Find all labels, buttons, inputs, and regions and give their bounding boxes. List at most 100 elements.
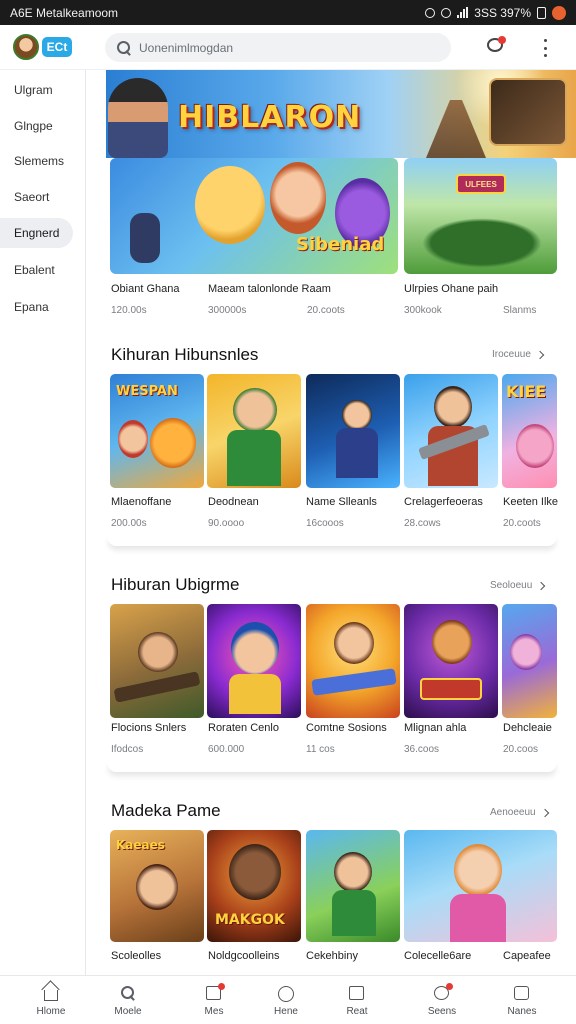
hero-banner[interactable]: HIBLARON <box>106 70 576 158</box>
game-title[interactable]: Dehcleaie <box>503 722 552 734</box>
game-tile[interactable] <box>207 374 301 488</box>
game-art-text: KIEE <box>506 382 547 401</box>
game-tile[interactable] <box>404 604 498 718</box>
game-tile[interactable] <box>502 604 557 718</box>
game-title[interactable]: Comtne Sosions <box>306 722 387 734</box>
game-subtitle: 600.000 <box>208 744 245 755</box>
section-title: Kihuran Hibunsnles <box>111 345 259 364</box>
game-subtitle: Ifodcos <box>111 744 144 755</box>
sidebar-item-label: Slemems <box>14 154 65 168</box>
game-title[interactable]: Obiant Ghana <box>111 283 180 295</box>
game-subtitle: 20.coots <box>503 518 541 529</box>
sidebar-item[interactable]: Slemems <box>0 146 73 176</box>
sidebar-item-label: Epana <box>14 300 49 314</box>
game-tile[interactable]: KIEE <box>502 374 557 488</box>
document-icon <box>204 983 225 1002</box>
status-bar-right: 3SS 397% <box>425 5 566 20</box>
game-title[interactable]: Capeafee <box>503 950 551 962</box>
nav-item-center[interactable]: Hene <box>248 976 324 1024</box>
game-title[interactable]: Colecelle6are <box>404 950 471 962</box>
game-title[interactable]: Scoleolles <box>111 950 161 962</box>
notification-icon <box>552 5 566 20</box>
section-see-all[interactable]: Seoloeuu <box>490 580 546 591</box>
game-title[interactable]: Roraten Cenlo <box>208 722 279 734</box>
section-see-all[interactable]: Iroceuue <box>492 349 545 360</box>
game-tile[interactable] <box>404 830 557 942</box>
sidebar-item-label: Engnerd <box>14 226 60 240</box>
app-logo[interactable]: ECt <box>42 37 72 57</box>
game-tile[interactable]: Kaeaes <box>110 830 204 942</box>
featured-game-card[interactable]: ULFEES <box>404 158 557 274</box>
circle-icon <box>276 984 296 1002</box>
game-art <box>130 213 160 263</box>
avatar[interactable] <box>13 34 39 60</box>
game-title[interactable]: Mlignan ahla <box>404 722 466 734</box>
nav-label: Reat <box>346 1006 368 1017</box>
game-art <box>118 420 148 458</box>
game-title[interactable]: Name Slleanls <box>306 496 377 508</box>
game-tile[interactable]: WESPAN <box>110 374 204 488</box>
signal-icon <box>457 7 469 18</box>
search-icon <box>118 984 138 1002</box>
messages-button[interactable] <box>485 36 507 58</box>
nav-item-search[interactable]: Moele <box>90 976 166 1024</box>
shield-icon <box>441 7 452 18</box>
game-title[interactable]: Flocions Snlers <box>111 722 186 734</box>
game-art <box>450 894 506 942</box>
sidebar-item-label: Ebalent <box>14 263 55 277</box>
nav-item-chat[interactable]: Seens <box>404 976 480 1024</box>
game-title[interactable]: Keeten Ilke <box>503 496 558 508</box>
game-art <box>229 674 281 714</box>
sidebar-item[interactable]: Saeort <box>0 182 73 212</box>
game-subtitle: 120.00s <box>111 305 147 316</box>
game-title[interactable]: Deodnean <box>208 496 259 508</box>
game-tile[interactable] <box>110 604 204 718</box>
game-title[interactable]: Mlaenoffane <box>111 496 171 508</box>
sidebar-item[interactable]: Epana <box>0 292 73 322</box>
sidebar-item[interactable]: Ulgram <box>0 75 73 105</box>
chevron-right-icon <box>540 808 549 817</box>
game-art <box>233 388 277 432</box>
nav-item-profile[interactable]: Nanes <box>484 976 560 1024</box>
nav-label: Hlome <box>36 1006 66 1017</box>
more-menu-button[interactable] <box>537 38 553 58</box>
game-tile[interactable] <box>306 604 400 718</box>
battery-icon <box>537 6 546 19</box>
game-title[interactable]: Crelagerfeoeras <box>404 496 483 508</box>
nav-item-home[interactable]: Hlome <box>13 976 89 1024</box>
notification-dot <box>218 983 225 990</box>
search-icon <box>117 40 131 55</box>
sidebar-item[interactable]: Glngpe <box>0 111 73 141</box>
game-title[interactable]: Noldgcoolleins <box>208 950 280 962</box>
game-title[interactable]: Ulrpies Ohane paih <box>404 283 498 295</box>
game-tile[interactable] <box>404 374 498 488</box>
search-box[interactable] <box>105 33 451 62</box>
featured-game-card[interactable]: Sibeniad <box>110 158 398 274</box>
game-art <box>195 166 265 244</box>
game-art <box>113 671 201 703</box>
section-see-all-label: Iroceuue <box>492 349 531 360</box>
game-art <box>510 634 542 670</box>
profile-icon <box>512 984 532 1002</box>
dot-icon <box>543 39 547 42</box>
game-tile[interactable]: MAKGOK <box>207 830 301 942</box>
game-tile[interactable] <box>207 604 301 718</box>
game-subtitle: 90.oooo <box>208 518 245 529</box>
game-subtitle: 200.00s <box>111 518 147 529</box>
game-art-text: Kaeaes <box>116 838 165 852</box>
status-bar-right-text: 3SS 397% <box>474 5 531 20</box>
section-see-all[interactable]: Aenoeeuu <box>490 807 549 818</box>
game-tile[interactable] <box>306 374 400 488</box>
game-art <box>229 844 281 900</box>
nav-item-messages[interactable]: Mes <box>176 976 252 1024</box>
game-art <box>434 386 472 428</box>
search-input[interactable] <box>139 40 439 55</box>
game-tile[interactable] <box>306 830 400 942</box>
game-title[interactable]: Maeam talonlonde Raam <box>208 283 331 295</box>
nav-item-list[interactable]: Reat <box>319 976 395 1024</box>
game-title[interactable]: Cekehbiny <box>306 950 358 962</box>
game-subtitle: 16cooos <box>306 518 344 529</box>
sidebar-item[interactable]: Ebalent <box>0 255 73 285</box>
game-art <box>150 418 196 468</box>
sidebar-item-active[interactable]: Engnerd <box>0 218 73 248</box>
